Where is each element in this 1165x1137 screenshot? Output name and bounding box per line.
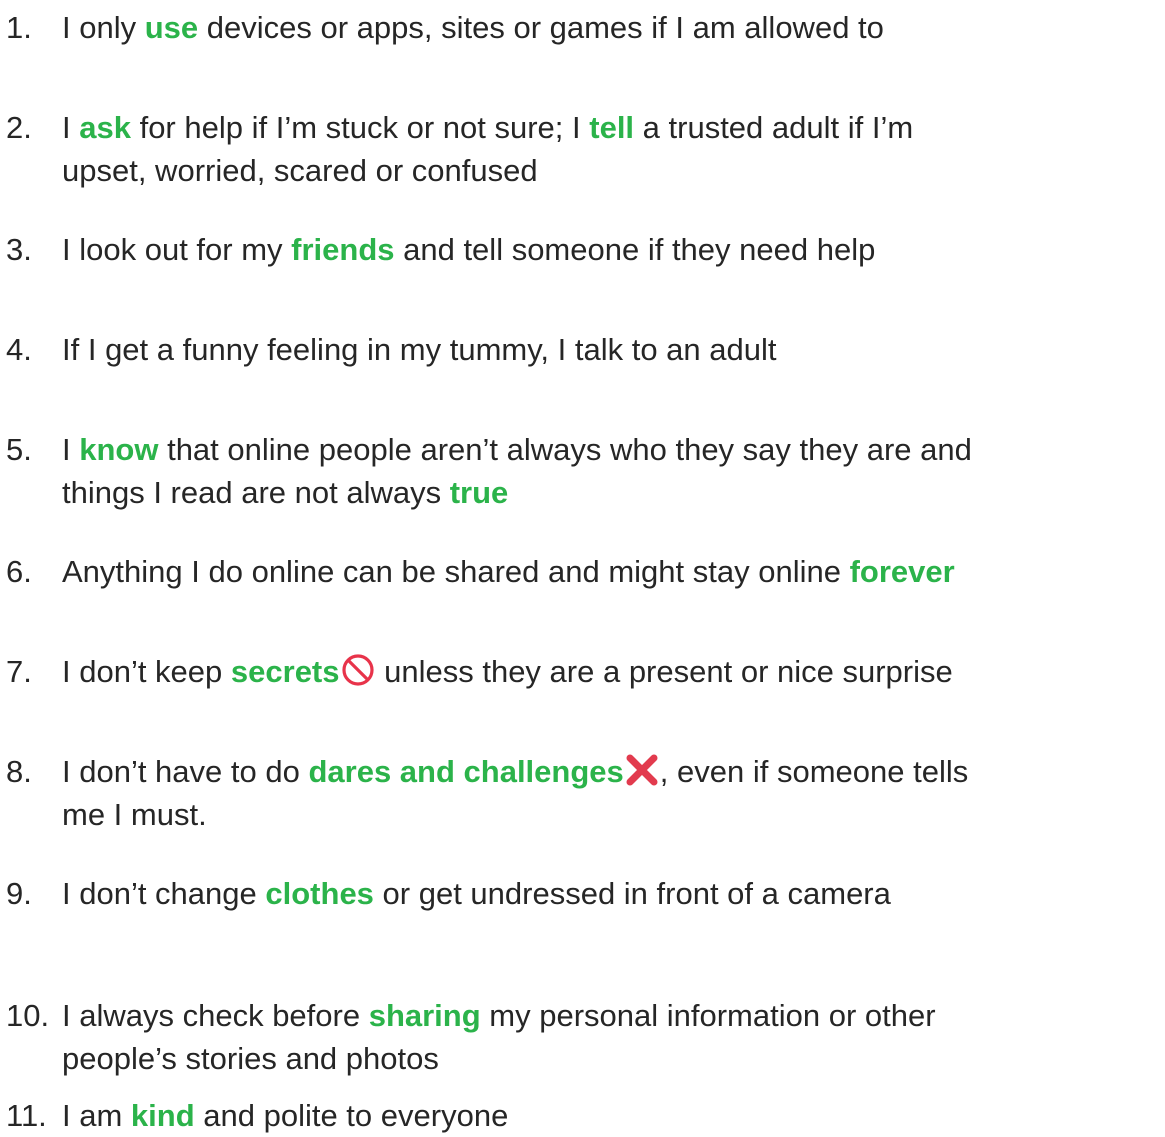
rule-text: I always check before sharing my persona… xyxy=(62,994,1160,1080)
rule-text-segment: I xyxy=(62,432,80,467)
rule-text-segment: and tell someone if they need help xyxy=(394,232,876,267)
rule-text-line: I am kind and polite to everyone xyxy=(62,1094,1160,1137)
rule-text-segment: my personal information or other xyxy=(480,998,936,1033)
rule-text-line: me I must. xyxy=(62,793,1160,836)
rule-text-segment: devices or apps, sites or games if I am … xyxy=(198,10,884,45)
rule-text-line: I ask for help if I’m stuck or not sure;… xyxy=(62,106,1160,149)
rule-text-segment: If I get a funny feeling in my tummy, I … xyxy=(62,332,777,367)
rule-text-segment: that online people aren’t always who the… xyxy=(158,432,972,467)
rule-text: I don’t keep secrets unless they are a p… xyxy=(62,650,1160,693)
rule-text: I know that online people aren’t always … xyxy=(62,428,1160,514)
highlighted-keyword: secrets xyxy=(230,654,340,689)
rule-text: I look out for my friends and tell someo… xyxy=(62,228,1160,271)
rule-number: 8. xyxy=(6,754,32,789)
rule-text-segment: or get undressed in front of a camera xyxy=(373,876,891,911)
rule-text-line: If I get a funny feeling in my tummy, I … xyxy=(62,328,1160,371)
highlighted-keyword: friends xyxy=(291,232,395,267)
rule-text-segment: I don’t have to do xyxy=(62,754,309,789)
rule-number: 4. xyxy=(6,332,32,367)
rule-number: 3. xyxy=(6,232,32,267)
rule-text-segment: I am xyxy=(62,1098,131,1133)
rule-text-segment: a trusted adult if I’m xyxy=(634,110,914,145)
rule-text-segment: for help if I’m stuck or not sure; I xyxy=(130,110,590,145)
rule-text-line: I only use devices or apps, sites or gam… xyxy=(62,6,1160,49)
rule-number: 7. xyxy=(6,654,32,689)
rule-text-segment: I don’t keep xyxy=(62,654,231,689)
rule-text-line: I always check before sharing my persona… xyxy=(62,994,1160,1037)
rule-number: 6. xyxy=(6,554,32,589)
highlighted-keyword: forever xyxy=(849,554,955,589)
rule-number: 2. xyxy=(6,110,32,145)
rule-text-segment: things I read are not always xyxy=(62,475,450,510)
rule-number: 1. xyxy=(6,10,32,45)
prohibited-icon xyxy=(340,653,376,687)
rule-text-segment: people’s stories and photos xyxy=(62,1041,439,1076)
rule-text-line: I don’t keep secrets unless they are a p… xyxy=(62,650,1160,693)
highlighted-keyword: ask xyxy=(79,110,131,145)
rule-text-line: I know that online people aren’t always … xyxy=(62,428,1160,471)
rule-text-segment: I look out for my xyxy=(62,232,292,267)
rule-text: Anything I do online can be shared and m… xyxy=(62,550,1160,593)
rule-text: I am kind and polite to everyone xyxy=(62,1094,1160,1137)
rule-number: 5. xyxy=(6,432,32,467)
rule-text-segment: I only xyxy=(62,10,145,45)
rule-number: 11. xyxy=(6,1098,47,1133)
rule-text: I don’t have to do dares and challenges,… xyxy=(62,750,1160,836)
highlighted-keyword: use xyxy=(144,10,199,45)
highlighted-keyword: kind xyxy=(130,1098,195,1133)
rule-text-segment: I don’t change xyxy=(62,876,266,911)
rule-text: If I get a funny feeling in my tummy, I … xyxy=(62,328,1160,371)
rule-text-segment: , even if someone tells xyxy=(659,754,969,789)
rule-number: 10. xyxy=(6,998,50,1033)
online-safety-rules-list: 1. I only use devices or apps, sites or g… xyxy=(0,0,1165,1133)
highlighted-keyword: know xyxy=(79,432,159,467)
rule-text: I ask for help if I’m stuck or not sure;… xyxy=(62,106,1160,192)
highlighted-keyword: sharing xyxy=(368,998,481,1033)
cross-mark-icon xyxy=(624,753,660,787)
rule-text-line: I look out for my friends and tell someo… xyxy=(62,228,1160,271)
rule-text-line: people’s stories and photos xyxy=(62,1037,1160,1080)
rule-text-line: things I read are not always true xyxy=(62,471,1160,514)
rule-text: I only use devices or apps, sites or gam… xyxy=(62,6,1160,49)
rule-text: I don’t change clothes or get undressed … xyxy=(62,872,1160,915)
rule-text-segment: I xyxy=(62,110,80,145)
rule-text-segment: me I must. xyxy=(62,797,207,832)
rule-text-segment: I always check before xyxy=(62,998,369,1033)
rule-number: 9. xyxy=(6,876,32,911)
rule-text-line: upset, worried, scared or confused xyxy=(62,149,1160,192)
rule-text-line: I don’t change clothes or get undressed … xyxy=(62,872,1160,915)
rule-text-segment: Anything I do online can be shared and m… xyxy=(62,554,850,589)
highlighted-keyword: tell xyxy=(589,110,635,145)
rule-text-segment: upset, worried, scared or confused xyxy=(62,153,538,188)
rule-text-line: I don’t have to do dares and challenges,… xyxy=(62,750,1160,793)
rule-text-segment: and polite to everyone xyxy=(194,1098,509,1133)
rule-text-segment: unless they are a present or nice surpri… xyxy=(375,654,953,689)
highlighted-keyword: dares and challenges xyxy=(308,754,624,789)
rule-text-line: Anything I do online can be shared and m… xyxy=(62,550,1160,593)
highlighted-keyword: clothes xyxy=(265,876,374,911)
highlighted-keyword: true xyxy=(449,475,509,510)
